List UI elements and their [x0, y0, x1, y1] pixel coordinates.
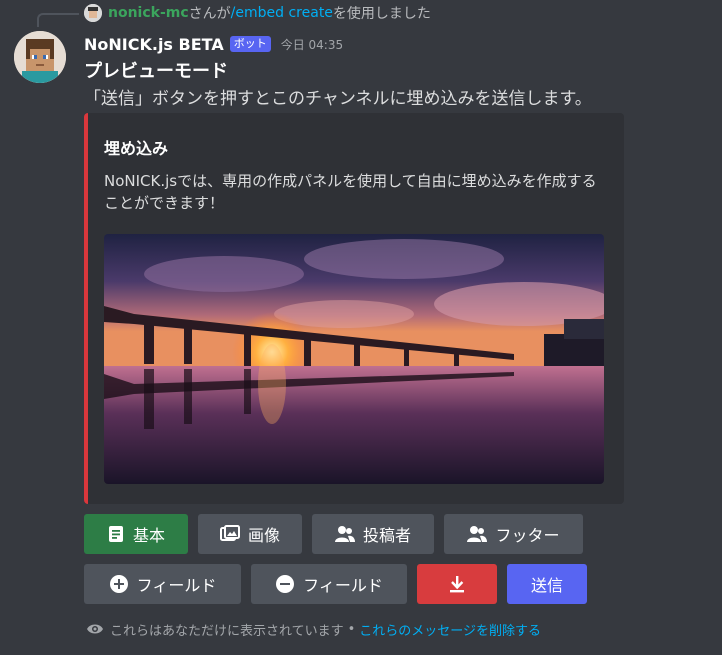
command-link[interactable]: /embed create: [231, 5, 333, 21]
message-body: 「送信」ボタンを押すとこのチャンネルに埋め込みを送信します。: [84, 89, 592, 109]
author-button-label: 投稿者: [362, 526, 411, 545]
footer-separator: •: [347, 621, 356, 637]
replied-user-avatar[interactable]: [84, 4, 102, 22]
bot-username[interactable]: NoNICK.js BETA: [84, 35, 224, 54]
send-button-label: 送信: [530, 576, 563, 595]
plus-circle-icon: [109, 574, 129, 594]
reply-reference[interactable]: nonick-mc さんが /embed create を使用しました: [84, 3, 431, 23]
reply-text-end: を使用しました: [332, 6, 431, 22]
remove-field-button-label: フィールド: [303, 576, 383, 595]
message-title: プレビューモード: [84, 61, 228, 82]
embed-title: 埋め込み: [104, 139, 169, 158]
export-button[interactable]: [417, 564, 497, 604]
footer-button[interactable]: フッター: [444, 514, 583, 554]
eye-icon: [86, 622, 104, 636]
ephemeral-notice: これらはあなただけに表示されています • これらのメッセージを削除する: [86, 619, 541, 639]
dismiss-messages-link[interactable]: これらのメッセージを削除する: [359, 620, 541, 639]
remove-field-button[interactable]: フィールド: [251, 564, 407, 604]
reply-text-mid: さんが: [188, 6, 231, 22]
people-icon: [334, 525, 355, 543]
send-button[interactable]: 送信: [507, 564, 587, 604]
image-button-label: 画像: [247, 526, 280, 545]
basic-button-label: 基本: [132, 526, 165, 545]
replied-username[interactable]: nonick-mc: [108, 5, 189, 21]
embed-accent-bar: [84, 113, 88, 504]
message-header: NoNICK.js BETA ボット 今日 04:35: [84, 33, 343, 55]
image-icon: [219, 525, 240, 543]
download-icon: [447, 574, 467, 594]
author-button[interactable]: 投稿者: [312, 514, 434, 554]
add-field-button[interactable]: フィールド: [84, 564, 241, 604]
image-button[interactable]: 画像: [198, 514, 302, 554]
add-field-button-label: フィールド: [136, 576, 217, 595]
footer-button-label: フッター: [495, 526, 560, 545]
reply-connector: [37, 13, 79, 27]
embed-description: NoNICK.jsでは、専用の作成パネルを使用して自由に埋め込みを作成することが…: [104, 172, 597, 212]
basic-button[interactable]: 基本: [84, 514, 188, 554]
embed-image[interactable]: [104, 234, 604, 484]
embed-card: 埋め込み NoNICK.jsでは、専用の作成パネルを使用して自由に埋め込みを作成…: [84, 113, 624, 504]
minus-circle-icon: [275, 574, 295, 594]
bot-badge: ボット: [229, 36, 271, 52]
document-icon: [107, 525, 125, 543]
message-timestamp: 今日 04:35: [280, 37, 344, 52]
bot-avatar[interactable]: [14, 31, 66, 83]
ephemeral-text: これらはあなただけに表示されています: [110, 623, 344, 639]
people-icon: [467, 525, 488, 543]
